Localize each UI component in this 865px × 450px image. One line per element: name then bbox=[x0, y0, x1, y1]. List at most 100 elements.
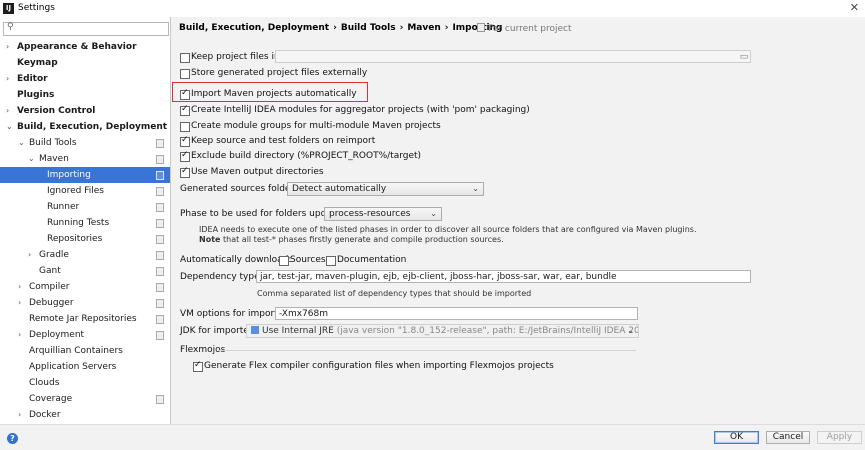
dependency-types-label: Dependency types: bbox=[180, 272, 268, 282]
sidebar-item-repositories[interactable]: Repositories bbox=[0, 231, 170, 247]
vm-options-label: VM options for importer: bbox=[180, 309, 290, 319]
keep-source-folders-checkbox[interactable] bbox=[180, 135, 190, 147]
sidebar-item-coverage[interactable]: Coverage bbox=[0, 391, 170, 407]
generate-flex-checkbox[interactable] bbox=[193, 360, 203, 372]
project-scope-icon bbox=[156, 155, 164, 164]
chevron-down-icon[interactable]: ⌄ bbox=[6, 119, 14, 135]
chevron-down-icon[interactable]: ⌄ bbox=[18, 135, 26, 151]
ok-button[interactable]: OK bbox=[714, 431, 759, 444]
chevron-right-icon[interactable]: › bbox=[18, 407, 26, 423]
keep-project-files-label: Keep project files in: bbox=[191, 52, 283, 62]
create-modules-checkbox[interactable] bbox=[180, 104, 190, 116]
window-title: Settings bbox=[18, 3, 55, 13]
jdk-label: JDK for importer: bbox=[180, 326, 256, 336]
create-module-groups-label: Create module groups for multi-module Ma… bbox=[191, 121, 441, 131]
download-docs-checkbox[interactable] bbox=[326, 256, 336, 266]
keep-project-files-checkbox[interactable] bbox=[180, 53, 190, 63]
sidebar-item-maven[interactable]: ⌄ Maven bbox=[0, 151, 170, 167]
sidebar-item-editor[interactable]: › Editor bbox=[0, 71, 170, 87]
project-scope-icon bbox=[156, 171, 164, 180]
sidebar-item-label: Clouds bbox=[29, 378, 60, 388]
sidebar-item-version-control[interactable]: › Version Control bbox=[0, 103, 170, 119]
chevron-down-icon: ⌄ bbox=[627, 326, 634, 335]
project-scope-icon bbox=[156, 203, 164, 212]
sidebar-item-label: Compiler bbox=[29, 282, 70, 292]
help-icon[interactable]: ? bbox=[7, 433, 18, 444]
sidebar-item-build-execution-deployment[interactable]: ⌄ Build, Execution, Deployment bbox=[0, 119, 170, 135]
sidebar-item-appearance-behavior[interactable]: › Appearance & Behavior bbox=[0, 39, 170, 55]
phase-label: Phase to be used for folders update: bbox=[180, 209, 344, 219]
breadcrumb-separator: › bbox=[444, 23, 449, 33]
search-icon: ⚲ bbox=[7, 22, 14, 32]
exclude-build-dir-checkbox[interactable] bbox=[180, 150, 190, 162]
vm-options-input[interactable]: -Xmx768m bbox=[275, 307, 638, 320]
sidebar-item-remote-jar-repositories[interactable]: Remote Jar Repositories bbox=[0, 311, 170, 327]
phase-hint-line2: Note that all test-* phases firstly gene… bbox=[199, 235, 504, 244]
sidebar-item-plugins[interactable]: Plugins bbox=[0, 87, 170, 103]
sidebar-item-debugger[interactable]: › Debugger bbox=[0, 295, 170, 311]
sidebar-item-label: Arquillian Containers bbox=[29, 346, 123, 356]
generate-flex-label: Generate Flex compiler configuration fil… bbox=[204, 361, 554, 371]
sidebar-item-arquillian-containers[interactable]: Arquillian Containers bbox=[0, 343, 170, 359]
chevron-right-icon[interactable]: › bbox=[6, 39, 14, 55]
section-divider bbox=[218, 350, 636, 351]
import-automatically-checkbox[interactable] bbox=[180, 88, 190, 100]
chevron-right-icon[interactable]: › bbox=[28, 247, 36, 263]
close-icon[interactable]: ✕ bbox=[850, 1, 859, 14]
create-module-groups-checkbox[interactable] bbox=[180, 122, 190, 132]
sidebar-item-label: Plugins bbox=[17, 90, 55, 100]
chevron-down-icon[interactable]: ⌄ bbox=[28, 151, 36, 167]
sidebar-item-application-servers[interactable]: Application Servers bbox=[0, 359, 170, 375]
sidebar-item-label: Running Tests bbox=[47, 218, 110, 228]
phase-select[interactable]: process-resources ⌄ bbox=[324, 207, 442, 221]
sidebar-item-runner[interactable]: Runner bbox=[0, 199, 170, 215]
store-generated-checkbox[interactable] bbox=[180, 69, 190, 79]
generated-sources-label: Generated sources folders: bbox=[180, 184, 302, 194]
sidebar-item-label: Runner bbox=[47, 202, 80, 212]
settings-search-input[interactable]: ⚲ bbox=[3, 22, 169, 36]
use-output-dirs-checkbox[interactable] bbox=[180, 166, 190, 178]
chevron-down-icon: ⌄ bbox=[472, 184, 479, 193]
generated-sources-select[interactable]: Detect automatically ⌄ bbox=[287, 182, 484, 196]
import-automatically-label: Import Maven projects automatically bbox=[191, 89, 357, 99]
sidebar-item-gradle[interactable]: › Gradle bbox=[0, 247, 170, 263]
phase-hint-line1: IDEA needs to execute one of the listed … bbox=[199, 225, 697, 234]
chevron-right-icon[interactable]: › bbox=[18, 279, 26, 295]
chevron-right-icon[interactable]: › bbox=[6, 103, 14, 119]
apply-button[interactable]: Apply bbox=[817, 431, 862, 444]
sidebar-item-compiler[interactable]: › Compiler bbox=[0, 279, 170, 295]
sidebar-item-label: Editor bbox=[17, 74, 48, 84]
sidebar-item-keymap[interactable]: Keymap bbox=[0, 55, 170, 71]
project-scope-icon bbox=[156, 283, 164, 292]
auto-download-label: Automatically download: bbox=[180, 255, 292, 265]
chevron-right-icon[interactable]: › bbox=[18, 327, 26, 343]
sidebar-item-clouds[interactable]: Clouds bbox=[0, 375, 170, 391]
store-generated-label: Store generated project files externally bbox=[191, 68, 368, 78]
keep-source-folders-label: Keep source and test folders on reimport bbox=[191, 136, 376, 146]
sidebar-item-ignored-files[interactable]: Ignored Files bbox=[0, 183, 170, 199]
sidebar-item-importing[interactable]: Importing bbox=[0, 167, 170, 183]
jdk-select[interactable]: Use Internal JRE (java version "1.8.0_15… bbox=[246, 324, 639, 338]
folder-browse-icon[interactable]: ▭ bbox=[737, 51, 751, 63]
sidebar-item-label: Deployment bbox=[29, 330, 85, 340]
chevron-right-icon[interactable]: › bbox=[18, 295, 26, 311]
dependency-types-input[interactable]: jar, test-jar, maven-plugin, ejb, ejb-cl… bbox=[256, 270, 751, 283]
sidebar-item-gant[interactable]: Gant bbox=[0, 263, 170, 279]
sidebar-item-deployment[interactable]: › Deployment bbox=[0, 327, 170, 343]
chevron-right-icon[interactable]: › bbox=[6, 71, 14, 87]
sidebar-item-docker[interactable]: › Docker bbox=[0, 407, 170, 423]
download-sources-checkbox[interactable] bbox=[279, 256, 289, 266]
project-files-path-field[interactable] bbox=[275, 50, 751, 63]
sidebar-item-build-tools[interactable]: ⌄ Build Tools bbox=[0, 135, 170, 151]
project-scope-icon bbox=[156, 251, 164, 260]
sidebar-item-label: Keymap bbox=[17, 58, 58, 68]
sidebar-item-label: Coverage bbox=[29, 394, 73, 404]
sidebar-item-label: Maven bbox=[39, 154, 69, 164]
breadcrumb-separator: › bbox=[399, 23, 404, 33]
sidebar-item-running-tests[interactable]: Running Tests bbox=[0, 215, 170, 231]
project-scope-icon bbox=[477, 23, 485, 32]
for-current-project-label: For current project bbox=[477, 23, 572, 34]
sidebar-item-label: Appearance & Behavior bbox=[17, 42, 137, 52]
project-scope-icon bbox=[156, 299, 164, 308]
cancel-button[interactable]: Cancel bbox=[766, 431, 810, 444]
